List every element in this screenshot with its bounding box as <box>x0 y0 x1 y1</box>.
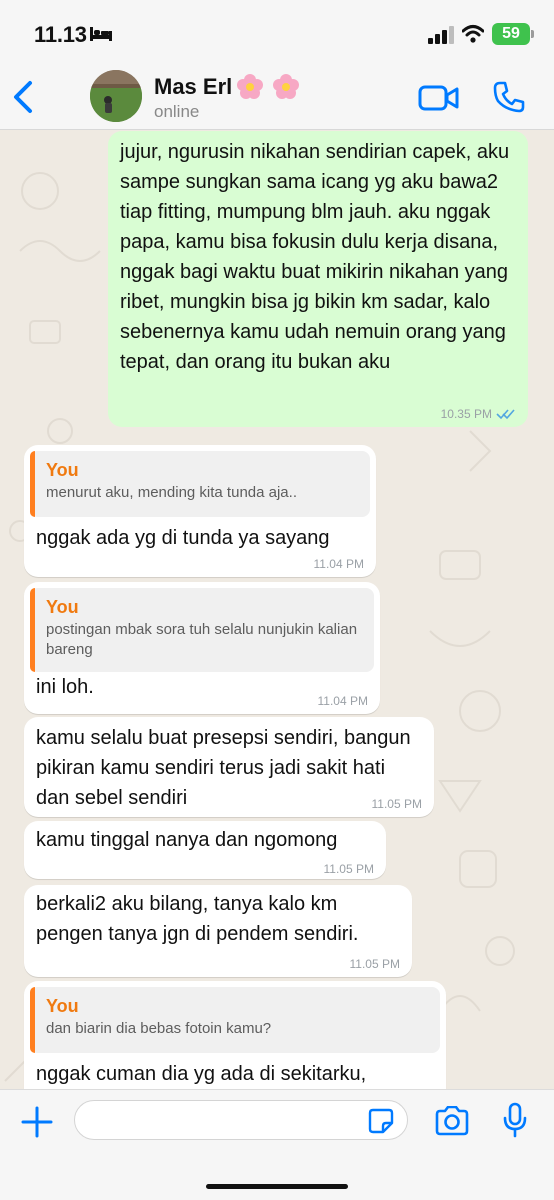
message-text: kamu selalu buat presepsi sendiri, bangu… <box>36 727 411 809</box>
message-text: berkali2 aku bilang, tanya kalo km penge… <box>36 893 359 945</box>
contact-avatar[interactable] <box>90 70 142 122</box>
quoted-message[interactable]: You menurut aku, mending kita tunda aja.… <box>30 451 370 517</box>
message-meta: 11.04 PM <box>318 694 368 708</box>
message-text: jujur, ngurusin nikahan sendirian capek,… <box>120 141 510 373</box>
message-time: 11.05 PM <box>349 957 400 971</box>
cellular-signal-icon <box>428 26 454 44</box>
quote-accent-bar <box>30 451 35 517</box>
chat-area[interactable]: jujur, ngurusin nikahan sendirian capek,… <box>0 131 554 1089</box>
quote-author: You <box>46 460 79 480</box>
quote-author: You <box>46 597 79 617</box>
message-time: 11.04 PM <box>317 694 368 708</box>
quote-accent-bar <box>30 987 35 1053</box>
message-incoming[interactable]: kamu tinggal nanya dan ngomong 11.05 PM <box>24 821 386 879</box>
home-indicator <box>206 1184 348 1189</box>
message-meta: 10.35 PM <box>441 407 516 421</box>
message-time: 11.05 PM <box>371 797 422 811</box>
message-text: nggak cuman dia yg ada di sekitarku, <box>36 1063 367 1085</box>
message-composer <box>0 1089 554 1200</box>
message-time: 10.35 PM <box>440 407 492 421</box>
message-incoming[interactable]: You dan biarin dia bebas fotoin kamu? ng… <box>24 981 446 1089</box>
message-incoming[interactable]: berkali2 aku bilang, tanya kalo km penge… <box>24 885 412 977</box>
message-text: nggak ada yg di tunda ya sayang <box>36 527 330 549</box>
quote-text: postingan mbak sora tuh selalu nunjukin … <box>46 621 358 658</box>
camera-icon[interactable] <box>434 1106 470 1136</box>
quote-text: menurut aku, mending kita tunda aja.. <box>46 484 297 501</box>
back-icon[interactable] <box>10 80 36 114</box>
message-incoming[interactable]: You postingan mbak sora tuh selalu nunju… <box>24 582 380 714</box>
quote-accent-bar <box>30 588 35 672</box>
message-text: kamu tinggal nanya dan ngomong <box>36 829 338 851</box>
message-time: 11.04 PM <box>313 557 364 571</box>
chat-header: Mas Erl online <box>0 62 554 130</box>
message-time: 11.05 PM <box>323 862 374 876</box>
quote-author: You <box>46 996 79 1016</box>
battery-indicator: 59 <box>492 23 530 45</box>
quoted-message[interactable]: You dan biarin dia bebas fotoin kamu? <box>30 987 440 1053</box>
sticker-icon[interactable] <box>368 1108 394 1134</box>
battery-level: 59 <box>502 25 520 42</box>
quote-text: dan biarin dia bebas fotoin kamu? <box>46 1020 272 1037</box>
wifi-icon <box>462 25 484 43</box>
video-call-icon[interactable] <box>418 84 460 112</box>
message-incoming[interactable]: kamu selalu buat presepsi sendiri, bangu… <box>24 717 434 817</box>
battery-tip <box>531 30 534 38</box>
message-incoming[interactable]: You menurut aku, mending kita tunda aja.… <box>24 445 376 577</box>
plus-icon[interactable] <box>20 1105 54 1139</box>
message-meta: 11.05 PM <box>324 862 374 876</box>
contact-status: online <box>154 102 200 121</box>
message-meta: 11.04 PM <box>314 557 364 571</box>
message-meta: 11.05 PM <box>350 957 400 971</box>
microphone-icon[interactable] <box>502 1102 528 1138</box>
contact-name[interactable]: Mas Erl <box>154 74 232 100</box>
quoted-message[interactable]: You postingan mbak sora tuh selalu nunju… <box>30 588 374 672</box>
status-bar: 11.13 59 <box>0 0 554 62</box>
message-input[interactable] <box>74 1100 408 1140</box>
phone-icon[interactable] <box>492 80 526 114</box>
message-outgoing[interactable]: jujur, ngurusin nikahan sendirian capek,… <box>108 131 528 427</box>
message-meta: 11.05 PM <box>372 797 422 811</box>
avatar-photo <box>90 70 142 122</box>
status-time: 11.13 <box>34 22 87 47</box>
sleep-focus-icon <box>90 27 112 41</box>
cherry-blossom-emoji-icon <box>237 74 299 99</box>
read-receipt-icon <box>496 409 515 420</box>
